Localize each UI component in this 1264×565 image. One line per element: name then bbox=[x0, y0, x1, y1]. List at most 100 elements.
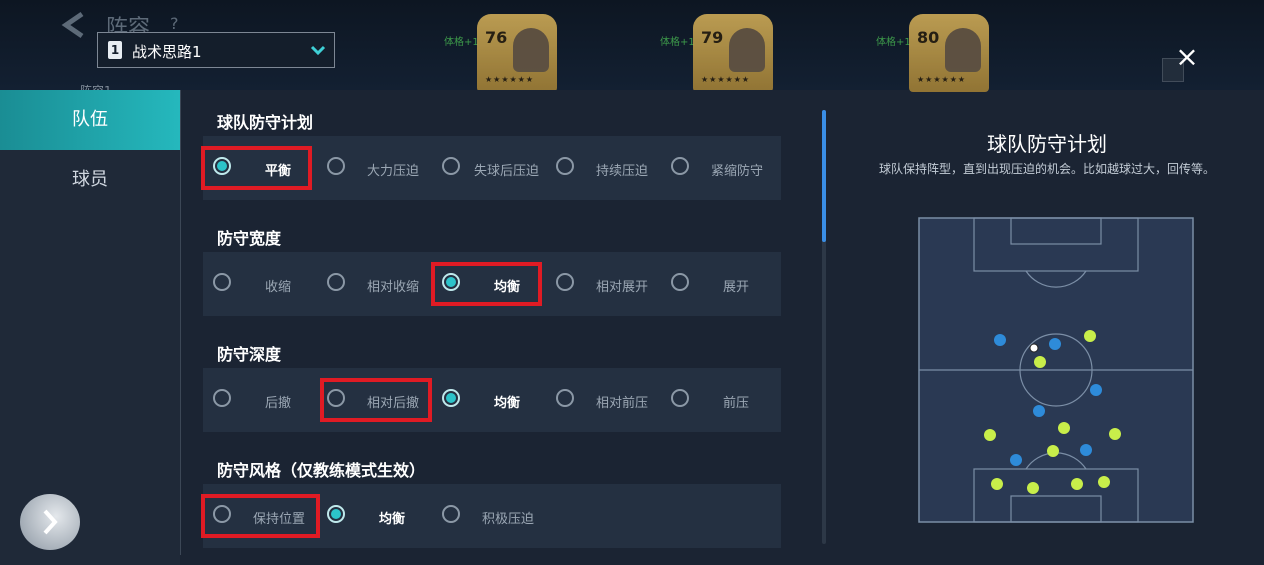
tactic-label: 战术思路1 bbox=[132, 43, 202, 61]
player-stars: ★★★★★★ bbox=[917, 75, 967, 84]
player-dot-blue bbox=[994, 334, 1006, 346]
option-label: 相对展开 bbox=[596, 280, 649, 295]
section-title: 防守宽度 bbox=[217, 229, 282, 248]
player-dot-yellow bbox=[1109, 428, 1121, 440]
option-label: 相对收缩 bbox=[367, 280, 420, 295]
player-dot-blue bbox=[1080, 444, 1092, 456]
fitness-badge: 体格+1 bbox=[660, 37, 695, 48]
player-portrait bbox=[945, 28, 981, 72]
option-balanced[interactable]: 均衡 bbox=[432, 368, 546, 432]
option-hold-position[interactable]: 保持位置 bbox=[203, 484, 317, 548]
player-dot-yellow bbox=[1027, 482, 1039, 494]
pitch-diagram bbox=[918, 217, 1194, 523]
option-balanced[interactable]: 均衡 bbox=[432, 252, 546, 316]
tactic-dropdown[interactable]: 1 战术思路1 bbox=[97, 32, 335, 68]
option-deep[interactable]: 后撤 bbox=[203, 368, 317, 432]
player-dot-blue bbox=[1033, 405, 1045, 417]
close-button[interactable]: × bbox=[1172, 42, 1202, 72]
section-title: 防守风格（仅教练模式生效） bbox=[217, 461, 426, 480]
fitness-badge: 体格+1 bbox=[444, 37, 479, 48]
player-card: 80 ★★★★★★ bbox=[909, 14, 989, 92]
radio bbox=[671, 389, 689, 407]
option-balanced[interactable]: 平衡 bbox=[203, 136, 317, 200]
option-wide[interactable]: 展开 bbox=[661, 252, 781, 316]
player-card: 76 ★★★★★★ bbox=[477, 14, 557, 92]
option-label: 均衡 bbox=[494, 396, 521, 411]
tab-team[interactable]: 队伍 bbox=[0, 90, 180, 150]
radio-selected bbox=[327, 505, 345, 523]
option-label: 持续压迫 bbox=[596, 164, 649, 179]
player-dot-yellow bbox=[1034, 356, 1046, 368]
player-dot-yellow bbox=[1084, 330, 1096, 342]
option-label: 大力压迫 bbox=[367, 164, 420, 179]
option-narrow[interactable]: 收缩 bbox=[203, 252, 317, 316]
radio bbox=[442, 505, 460, 523]
option-fairly-narrow[interactable]: 相对收缩 bbox=[317, 252, 432, 316]
option-high-press[interactable]: 大力压迫 bbox=[317, 136, 432, 200]
radio bbox=[327, 273, 345, 291]
option-fairly-wide[interactable]: 相对展开 bbox=[546, 252, 661, 316]
option-label: 前压 bbox=[723, 396, 750, 411]
player-dot-yellow bbox=[984, 429, 996, 441]
option-aggressive-press[interactable]: 积极压迫 bbox=[432, 484, 546, 548]
player-dot-yellow bbox=[1098, 476, 1110, 488]
radio bbox=[213, 505, 231, 523]
radio bbox=[671, 273, 689, 291]
player-dot-yellow bbox=[1047, 445, 1059, 457]
option-label: 相对前压 bbox=[596, 396, 649, 411]
radio bbox=[556, 157, 574, 175]
tactic-number-badge: 1 bbox=[108, 41, 122, 59]
player-rating: 80 bbox=[917, 28, 940, 47]
radio-selected bbox=[442, 389, 460, 407]
option-high[interactable]: 前压 bbox=[661, 368, 781, 432]
section-title: 球队防守计划 bbox=[217, 113, 314, 132]
player-stars: ★★★★★★ bbox=[701, 75, 751, 84]
tab-players[interactable]: 球员 bbox=[0, 150, 180, 210]
option-label: 均衡 bbox=[379, 512, 406, 527]
option-fairly-deep[interactable]: 相对后撤 bbox=[317, 368, 432, 432]
option-label: 相对后撤 bbox=[367, 396, 420, 411]
player-dot-blue bbox=[1049, 338, 1061, 350]
option-label: 均衡 bbox=[494, 280, 521, 295]
help-icon[interactable]: ? bbox=[170, 14, 179, 33]
radio-selected bbox=[442, 273, 460, 291]
option-constant-press[interactable]: 持续压迫 bbox=[546, 136, 661, 200]
chevron-right-icon bbox=[43, 509, 58, 535]
player-dot-yellow bbox=[991, 478, 1003, 490]
radio bbox=[671, 157, 689, 175]
option-label: 展开 bbox=[723, 280, 750, 295]
back-arrow-icon[interactable] bbox=[60, 10, 90, 40]
radio bbox=[556, 389, 574, 407]
radio bbox=[442, 157, 460, 175]
option-label: 平衡 bbox=[265, 164, 292, 179]
radio bbox=[327, 157, 345, 175]
option-press-after-loss[interactable]: 失球后压迫 bbox=[432, 136, 546, 200]
player-rating: 79 bbox=[701, 28, 724, 47]
scrollbar-thumb[interactable] bbox=[822, 110, 826, 242]
option-label: 后撤 bbox=[265, 396, 292, 411]
option-drop-back[interactable]: 紧缩防守 bbox=[661, 136, 781, 200]
defense-settings: 球队防守计划 平衡 大力压迫 失球后压迫 持续压迫 紧缩防守 防守宽度 收缩 相… bbox=[181, 90, 821, 565]
defense-plan-options: 平衡 大力压迫 失球后压迫 持续压迫 紧缩防守 bbox=[203, 136, 781, 200]
option-label: 积极压迫 bbox=[482, 512, 535, 527]
side-nav: 队伍 球员 bbox=[0, 90, 180, 565]
player-dot-blue bbox=[1010, 454, 1022, 466]
option-label: 失球后压迫 bbox=[474, 164, 540, 179]
player-card: 79 ★★★★★★ bbox=[693, 14, 773, 92]
option-label: 紧缩防守 bbox=[711, 164, 764, 179]
expand-button[interactable] bbox=[20, 494, 80, 550]
defense-depth-options: 后撤 相对后撤 均衡 相对前压 前压 bbox=[203, 368, 781, 432]
option-balanced[interactable]: 均衡 bbox=[317, 484, 432, 548]
option-fairly-high[interactable]: 相对前压 bbox=[546, 368, 661, 432]
player-dot-yellow bbox=[1058, 422, 1070, 434]
player-portrait bbox=[513, 28, 549, 72]
radio bbox=[327, 389, 345, 407]
description-title: 球队防守计划 bbox=[987, 132, 1107, 156]
defense-style-options: 保持位置 均衡 积极压迫 bbox=[203, 484, 781, 548]
player-dot-yellow bbox=[1071, 478, 1083, 490]
option-label: 收缩 bbox=[265, 280, 292, 295]
description-text: 球队保持阵型，直到出现压迫的机会。比如越球过大，回传等。 bbox=[878, 162, 1215, 176]
player-rating: 76 bbox=[485, 28, 508, 47]
section-title: 防守深度 bbox=[217, 345, 282, 364]
player-dot-blue bbox=[1090, 384, 1102, 396]
